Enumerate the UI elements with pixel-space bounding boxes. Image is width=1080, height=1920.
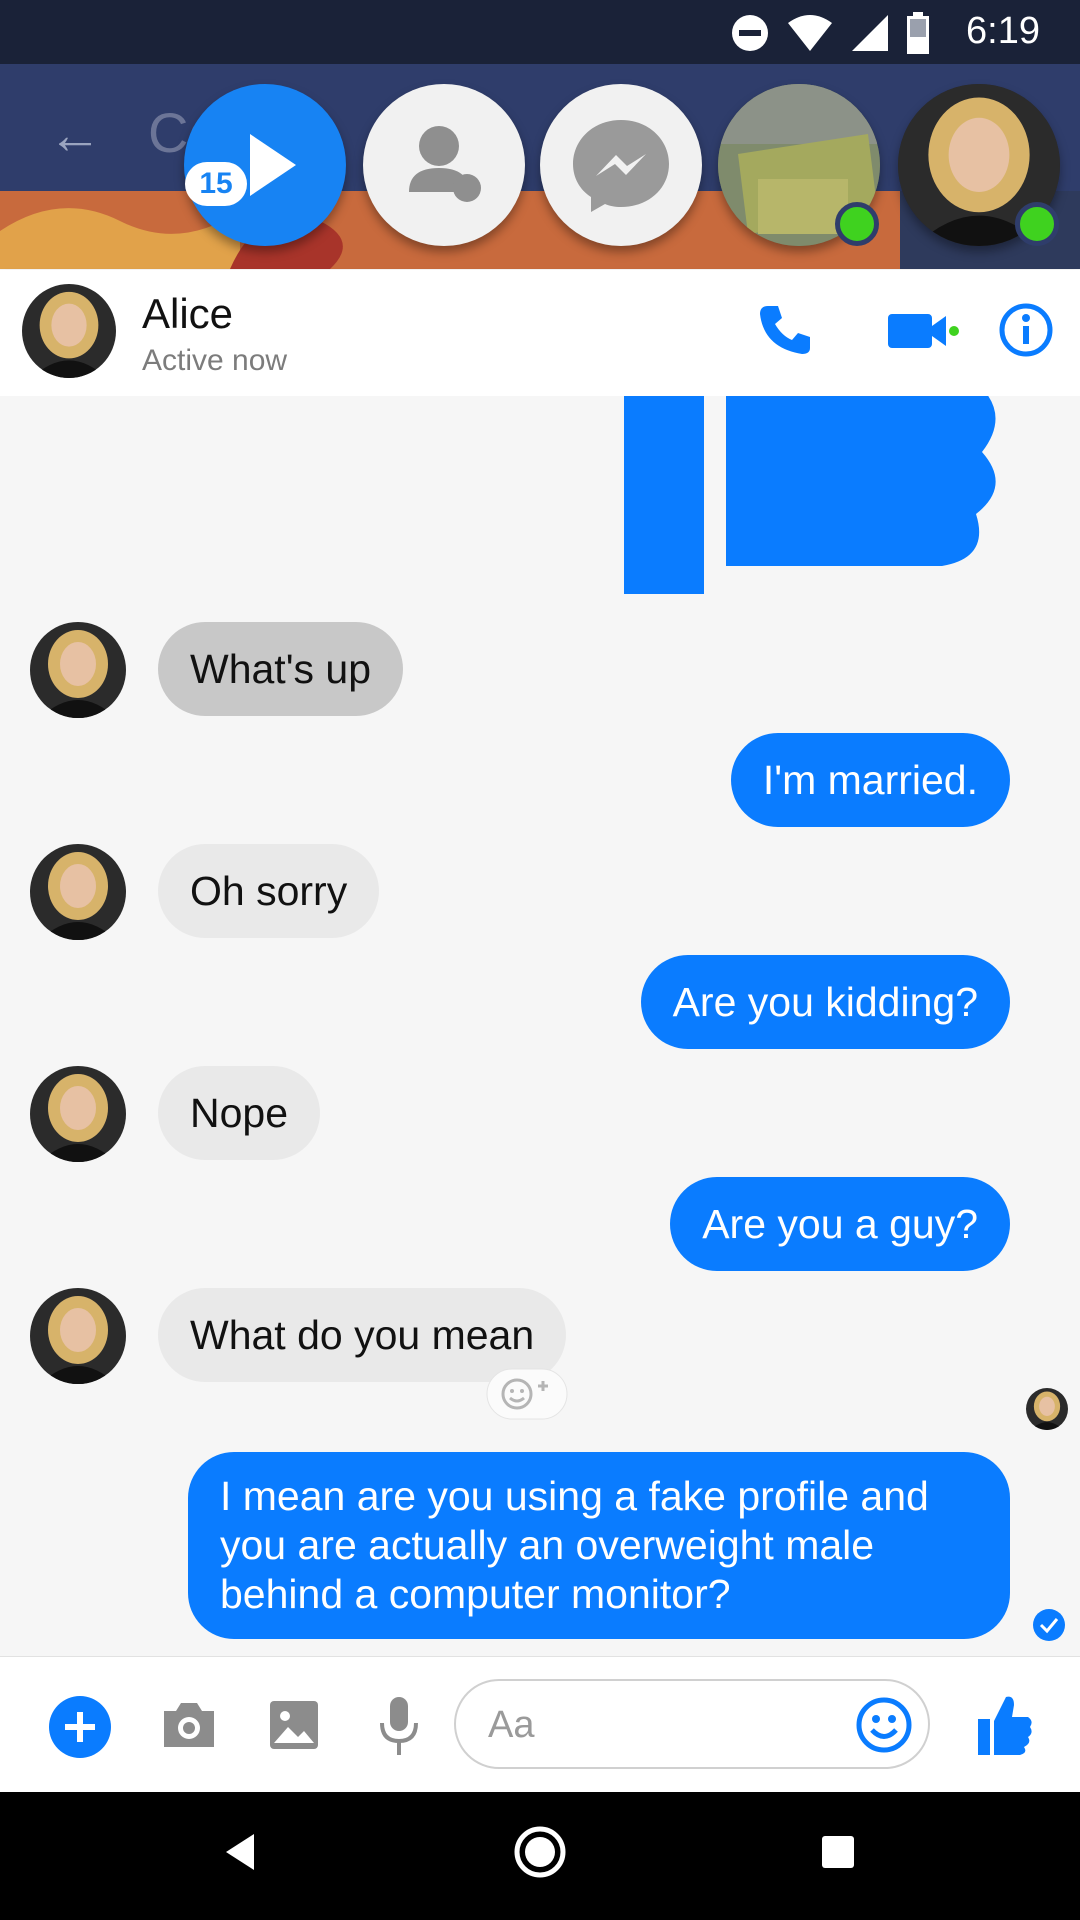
conversation-header: Alice Active now	[0, 270, 1080, 396]
message-bubble-outgoing[interactable]: I'm married.	[730, 733, 1010, 827]
online-indicator	[835, 202, 879, 246]
avatar-image	[30, 622, 126, 718]
message-bubble-incoming[interactable]: What's up	[158, 622, 404, 716]
recents-icon[interactable]	[820, 1834, 856, 1870]
message-bubble-outgoing[interactable]: Are you kidding?	[640, 955, 1010, 1049]
signal-icon	[852, 15, 888, 51]
status-icons	[730, 12, 930, 54]
add-reaction-icon[interactable]	[486, 1368, 568, 1420]
phone-icon[interactable]	[756, 302, 812, 358]
unread-count-badge: 15	[185, 162, 247, 206]
seen-avatar	[1026, 1388, 1068, 1430]
messenger-icon	[573, 120, 669, 212]
system-nav-bar	[0, 1792, 1080, 1920]
avatar-image	[22, 284, 116, 378]
online-indicator	[1015, 202, 1059, 246]
gallery-icon[interactable]	[268, 1699, 320, 1751]
video-call-icon[interactable]	[886, 302, 960, 358]
info-icon[interactable]	[998, 302, 1054, 358]
camera-icon[interactable]	[160, 1699, 218, 1751]
clock: 6:19	[966, 10, 1040, 52]
avatar	[30, 844, 126, 940]
wifi-icon	[788, 15, 832, 51]
status-bar: 6:19	[0, 0, 1080, 64]
message-bubble-outgoing[interactable]: Are you a guy?	[670, 1177, 1010, 1271]
message-input[interactable]	[486, 1699, 840, 1751]
message-bubble-outgoing[interactable]: I mean are you using a fake profile and …	[188, 1452, 1010, 1639]
chat-heads: 15	[0, 82, 1080, 252]
add-icon[interactable]	[48, 1695, 112, 1759]
avatar[interactable]	[22, 284, 116, 378]
avatar-image	[30, 844, 126, 940]
battery-icon	[907, 12, 929, 54]
message-list[interactable]: What's up I'm married. Oh sorry Are you …	[0, 396, 1080, 1656]
chat-head-contacts[interactable]	[363, 84, 525, 246]
message-bubble-incoming[interactable]: Nope	[158, 1066, 321, 1160]
contacts-icon	[409, 126, 481, 202]
microphone-icon[interactable]	[378, 1695, 420, 1757]
message-input-field[interactable]	[454, 1679, 930, 1769]
contact-name[interactable]: Alice	[142, 290, 233, 338]
do-not-disturb-icon	[732, 15, 768, 51]
delivered-check-icon	[1033, 1609, 1065, 1641]
chat-head-messenger[interactable]	[540, 84, 702, 246]
avatar-image	[30, 1288, 126, 1384]
message-bubble-incoming[interactable]: Oh sorry	[158, 844, 380, 938]
emoji-icon[interactable]	[856, 1697, 912, 1753]
avatar	[30, 1066, 126, 1162]
thumbs-up-sticker	[624, 396, 996, 594]
back-icon[interactable]	[222, 1832, 258, 1872]
active-status: Active now	[142, 344, 288, 377]
avatar-image	[1026, 1388, 1068, 1430]
avatar-image	[30, 1066, 126, 1162]
composer-bar	[0, 1656, 1080, 1793]
home-icon[interactable]	[514, 1826, 566, 1878]
thumbs-up-icon[interactable]	[976, 1693, 1034, 1757]
avatar	[30, 622, 126, 718]
avatar	[30, 1288, 126, 1384]
